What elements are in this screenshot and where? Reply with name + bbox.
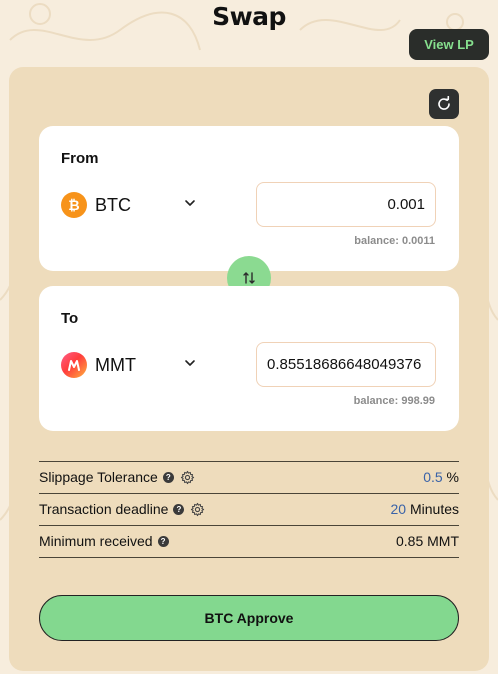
gear-icon[interactable] bbox=[190, 502, 205, 517]
chevron-down-icon[interactable] bbox=[184, 357, 196, 369]
minimum-received-value: 0.85 MMT bbox=[395, 533, 459, 549]
refresh-button[interactable] bbox=[429, 89, 459, 119]
deadline-label: Transaction deadline bbox=[39, 501, 169, 517]
chevron-down-icon[interactable] bbox=[184, 197, 196, 209]
deadline-row: Transaction deadline ? 20 Minutes bbox=[39, 493, 459, 525]
from-balance: balance: 0.0011 bbox=[354, 235, 435, 247]
from-card: From ₿ BTC balance: 0.0011 bbox=[39, 126, 459, 271]
deadline-value: 20 bbox=[390, 501, 407, 517]
deadline-unit: Minutes bbox=[409, 501, 459, 517]
from-amount-input[interactable] bbox=[256, 182, 436, 227]
to-label: To bbox=[61, 310, 79, 327]
to-card: To MMT balance: 998.99 bbox=[39, 286, 459, 431]
slippage-value: 0.5 bbox=[423, 469, 443, 485]
mmt-logo-icon bbox=[61, 352, 87, 378]
gear-icon[interactable] bbox=[180, 470, 195, 485]
divider bbox=[39, 557, 459, 558]
minimum-received-label: Minimum received bbox=[39, 533, 153, 549]
view-lp-button[interactable]: View LP bbox=[409, 29, 489, 60]
to-token-name: MMT bbox=[95, 354, 136, 375]
refresh-icon bbox=[438, 96, 450, 110]
page-title: Swap bbox=[212, 2, 286, 31]
help-icon[interactable]: ? bbox=[173, 503, 185, 515]
minimum-received-row: Minimum received ? 0.85 MMT bbox=[39, 525, 459, 557]
slippage-unit: % bbox=[446, 469, 459, 485]
from-label: From bbox=[61, 150, 99, 167]
swap-arrows-icon bbox=[243, 272, 255, 284]
approve-button[interactable]: BTC Approve bbox=[39, 595, 459, 641]
to-amount-input[interactable] bbox=[256, 342, 436, 387]
help-icon[interactable]: ? bbox=[157, 535, 169, 547]
slippage-label: Slippage Tolerance bbox=[39, 469, 158, 485]
from-token-selector[interactable]: ₿ BTC bbox=[61, 192, 131, 218]
bitcoin-icon: ₿ bbox=[61, 192, 87, 218]
slippage-row: Slippage Tolerance ? 0.5 % bbox=[39, 461, 459, 493]
to-token-selector[interactable]: MMT bbox=[61, 352, 136, 378]
help-icon[interactable]: ? bbox=[162, 471, 174, 483]
to-balance: balance: 998.99 bbox=[353, 395, 435, 407]
svg-text:₿: ₿ bbox=[68, 198, 79, 213]
from-token-name: BTC bbox=[95, 194, 131, 215]
